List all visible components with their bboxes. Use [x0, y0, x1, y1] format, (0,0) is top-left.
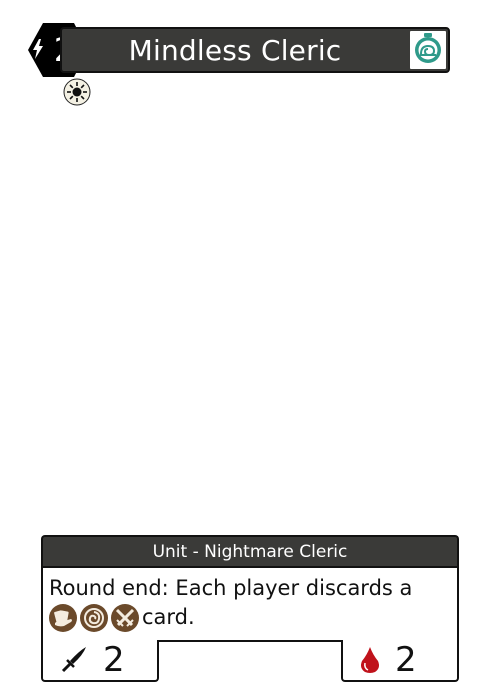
crossed-swords-icon: [111, 603, 139, 632]
rules-text-suffix: card.: [142, 605, 195, 629]
health-value: 2: [395, 640, 417, 680]
title-bar: Mindless Cleric: [60, 27, 450, 73]
rules-line: card.: [49, 603, 451, 632]
blood-drop-icon: [359, 646, 381, 674]
attack-value: 2: [103, 640, 125, 680]
card-name: Mindless Cleric: [128, 33, 342, 67]
health-stat: 2: [341, 640, 459, 682]
attack-stat: 2: [41, 640, 159, 682]
speed-indicator: [410, 31, 446, 69]
hand-cards-icon: [49, 603, 77, 632]
type-line: Unit - Nightmare Cleric: [41, 535, 459, 566]
sun-icon: [63, 78, 91, 106]
sword-icon: [59, 645, 89, 675]
rules-text-box: Round end: Each player discards a card.: [41, 566, 459, 642]
snail-stopwatch-icon: [413, 32, 443, 68]
swirl-icon: [80, 603, 108, 632]
rules-line: Round end: Each player discards a: [49, 576, 413, 600]
